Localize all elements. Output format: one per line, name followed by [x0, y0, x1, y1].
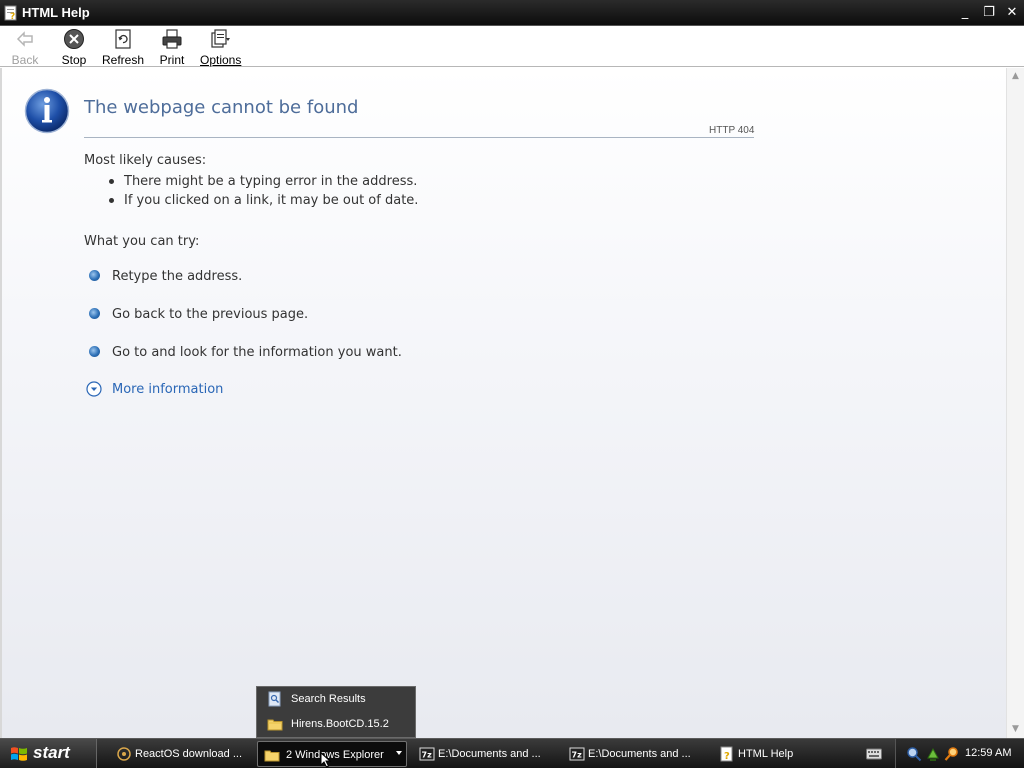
- task-windows-explorer-group[interactable]: 2 Windows Explorer: [257, 741, 407, 767]
- close-button[interactable]: ✕: [1002, 3, 1022, 23]
- task-html-help[interactable]: ? HTML Help: [713, 741, 853, 767]
- taskbar: start ReactOS download ... 2 Windows Exp…: [0, 738, 1024, 768]
- task-label: ReactOS download ...: [135, 748, 243, 760]
- http-status: HTTP 404: [709, 125, 755, 136]
- search-icon[interactable]: [944, 746, 960, 762]
- start-label: start: [33, 743, 70, 762]
- browser-icon: [117, 747, 131, 761]
- try-heading: What you can try:: [84, 234, 200, 249]
- back-button[interactable]: Back: [8, 28, 42, 67]
- search-results-icon: [268, 691, 281, 707]
- back-arrow-icon: [16, 31, 33, 47]
- action-bullet: [89, 270, 100, 281]
- title-bar[interactable]: ? HTML Help _ ❐ ✕: [0, 0, 1024, 26]
- task-documents-1[interactable]: 7z E:\Documents and ...: [413, 741, 553, 767]
- svg-text:?: ?: [10, 12, 15, 21]
- clock: 12:59 AM: [965, 747, 1012, 759]
- options-button[interactable]: Options: [200, 28, 242, 67]
- action-item: Go back to the previous page.: [112, 307, 309, 322]
- scroll-up-icon[interactable]: ▲: [1007, 68, 1024, 85]
- menu-item-label: Hirens.BootCD.15.2: [291, 718, 389, 730]
- refresh-icon: [115, 29, 131, 49]
- cause-item: If you clicked on a link, it may be out …: [124, 193, 419, 208]
- info-icon: [24, 88, 70, 134]
- html-help-window: ? HTML Help _ ❐ ✕ Back Stop Refresh Prin…: [0, 0, 1024, 740]
- start-button[interactable]: start: [0, 739, 97, 768]
- minimize-button[interactable]: _: [955, 3, 975, 23]
- window-title: HTML Help: [22, 5, 90, 20]
- menu-item-label: Search Results: [291, 693, 366, 705]
- svg-text:7z: 7z: [572, 751, 583, 760]
- network-icon[interactable]: [925, 746, 941, 762]
- refresh-label: Refresh: [102, 53, 145, 67]
- print-label: Print: [159, 53, 185, 67]
- cause-item: There might be a typing error in the add…: [124, 174, 418, 189]
- task-documents-2[interactable]: 7z E:\Documents and ...: [563, 741, 703, 767]
- taskbar-group-menu: Search Results Hirens.BootCD.15.2: [256, 686, 416, 738]
- 7zip-icon: 7z: [569, 747, 585, 761]
- task-label: E:\Documents and ...: [438, 748, 541, 760]
- scroll-down-icon[interactable]: ▼: [1007, 721, 1024, 738]
- windows-flag-icon: [11, 747, 27, 761]
- printer-icon: [162, 29, 182, 49]
- options-label: Options: [200, 53, 242, 67]
- svg-text:7z: 7z: [422, 751, 433, 760]
- task-label: 2 Windows Explorer: [286, 749, 384, 761]
- toolbar: Back Stop Refresh Print Options: [0, 26, 1024, 67]
- chevron-down-icon: [396, 751, 402, 755]
- menu-item-search-results[interactable]: Search Results: [257, 687, 415, 712]
- help-icon: ?: [720, 746, 733, 762]
- content-pane: The webpage cannot be found HTTP 404 Mos…: [0, 68, 1006, 738]
- expand-chevron-icon[interactable]: [86, 381, 102, 397]
- action-item: Retype the address.: [112, 269, 243, 284]
- causes-heading: Most likely causes:: [84, 153, 207, 168]
- magnifier-icon[interactable]: [906, 746, 922, 762]
- more-information-link[interactable]: More information: [112, 382, 223, 397]
- task-reactos-download[interactable]: ReactOS download ...: [110, 741, 250, 767]
- error-title: The webpage cannot be found: [84, 97, 359, 118]
- help-document-icon: ?: [4, 5, 17, 21]
- action-bullet: [89, 346, 100, 357]
- folder-icon: [267, 719, 283, 731]
- keyboard-icon[interactable]: [866, 748, 882, 760]
- menu-item-hirens[interactable]: Hirens.BootCD.15.2: [257, 712, 415, 737]
- maximize-button[interactable]: ❐: [979, 3, 999, 23]
- cause-bullet: [109, 179, 114, 184]
- folder-icon: [264, 750, 280, 762]
- print-button[interactable]: Print: [158, 28, 186, 67]
- task-label: E:\Documents and ...: [588, 748, 691, 760]
- options-icon: [211, 29, 230, 48]
- svg-text:?: ?: [724, 751, 730, 762]
- action-bullet: [89, 308, 100, 319]
- mouse-cursor-icon: [320, 752, 332, 768]
- 7zip-icon: 7z: [419, 747, 435, 761]
- title-divider: [84, 137, 754, 138]
- vertical-scrollbar[interactable]: ▲ ▼: [1006, 68, 1024, 738]
- stop-label: Stop: [61, 53, 87, 67]
- stop-button[interactable]: Stop: [59, 28, 89, 67]
- stop-icon: [64, 29, 84, 49]
- system-tray: 12:59 AM: [895, 739, 1024, 768]
- refresh-button[interactable]: Refresh: [102, 28, 145, 67]
- task-label: HTML Help: [738, 748, 794, 760]
- back-label: Back: [11, 53, 39, 67]
- cause-bullet: [109, 198, 114, 203]
- action-item: Go to and look for the information you w…: [112, 345, 402, 360]
